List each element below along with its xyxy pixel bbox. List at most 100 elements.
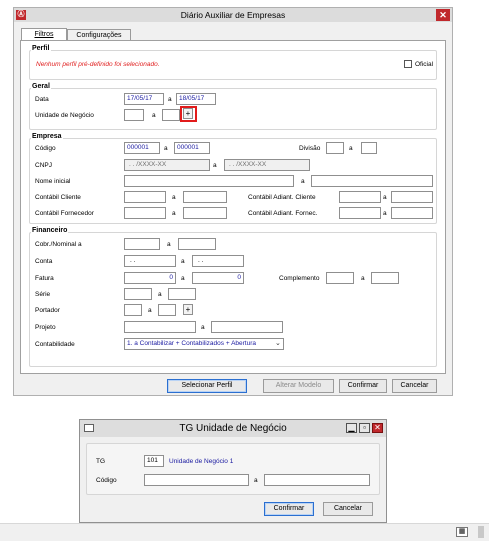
adiant-cliente-label: Contábil Adiant. Cliente <box>248 194 316 201</box>
contabilidade-select[interactable]: 1. a Contabilizar + Contabilizados + Abe… <box>124 338 284 350</box>
portador-to-field[interactable] <box>158 304 176 316</box>
adiant-fornec-label: Contábil Adiant. Fornec. <box>248 210 318 217</box>
data-to-field[interactable]: 18/05/17 <box>176 93 216 105</box>
data-a-label: a <box>168 96 172 103</box>
cnpj-to-field[interactable]: . . /XXXX-XX <box>224 159 310 171</box>
complemento-label: Complemento <box>279 275 320 282</box>
adiant-fornec-from-field[interactable] <box>339 207 381 219</box>
conta-a-label: a <box>181 258 185 265</box>
filters-panel: Perfil Nenhum perfil pré-definido foi se… <box>20 40 446 374</box>
portador-label: Portador <box>35 307 60 314</box>
tg-label: TG <box>96 458 106 465</box>
geral-heading: Geral <box>31 83 51 90</box>
cobr-from-field[interactable] <box>124 238 160 250</box>
unidade-to-field[interactable] <box>162 109 180 121</box>
maximize-button[interactable]: ▫ <box>359 423 370 433</box>
adiant-fornec-a-label: a <box>383 210 387 217</box>
tg-dialog: TG Unidade de Negócio ▁ ▫ ✕ TG 101 Unida… <box>79 419 387 523</box>
divisao-label: Divisão <box>299 145 321 152</box>
divisao-a-label: a <box>349 145 353 152</box>
confirmar-button[interactable]: Confirmar <box>339 379 387 393</box>
contabil-cliente-to-field[interactable] <box>183 191 227 203</box>
projeto-from-field[interactable] <box>124 321 196 333</box>
projeto-a-label: a <box>201 324 205 331</box>
cobr-to-field[interactable] <box>178 238 216 250</box>
tab-filtros[interactable]: Filtros <box>21 28 67 40</box>
minimize-button[interactable]: ▁ <box>346 423 357 433</box>
serie-to-field[interactable] <box>168 288 196 300</box>
codigo-from-field[interactable]: 000001 <box>124 142 160 154</box>
conta-label: Conta <box>35 258 53 265</box>
cnpj-a-label: a <box>213 162 217 169</box>
conta-to-field[interactable]: . . <box>192 255 244 267</box>
adiant-cliente-a-label: a <box>383 194 387 201</box>
tg-cancelar-button[interactable]: Cancelar <box>323 502 373 516</box>
serie-from-field[interactable] <box>124 288 152 300</box>
tg-confirmar-button[interactable]: Confirmar <box>264 502 314 516</box>
tab-configuracoes[interactable]: Configurações <box>67 29 131 40</box>
divisao-to-field[interactable] <box>361 142 377 154</box>
projeto-label: Projeto <box>35 324 56 331</box>
complemento-from-field[interactable] <box>326 272 354 284</box>
portador-lookup-button[interactable]: + <box>183 304 193 315</box>
fatura-from-field[interactable]: 0 <box>124 272 176 284</box>
portador-from-field[interactable] <box>124 304 142 316</box>
perfil-message: Nenhum perfil pré-definido foi seleciona… <box>36 61 160 68</box>
fatura-to-field[interactable]: 0 <box>192 272 244 284</box>
tg-name-text: Unidade de Negócio 1 <box>169 458 234 465</box>
nome-from-field[interactable] <box>124 175 294 187</box>
title-bar: Ⓐ Diário Auxiliar de Empresas ✕ <box>14 8 452 22</box>
unidade-label: Unidade de Negócio <box>35 112 94 119</box>
contabilidade-value: 1. a Contabilizar + Contabilizados + Abe… <box>127 340 256 347</box>
unidade-lookup-button[interactable]: + <box>183 108 193 119</box>
complemento-a-label: a <box>361 275 365 282</box>
empresa-heading: Empresa <box>31 133 63 140</box>
nome-label: Nome inicial <box>35 178 71 185</box>
divisao-from-field[interactable] <box>326 142 344 154</box>
complemento-to-field[interactable] <box>371 272 399 284</box>
fatura-a-label: a <box>181 275 185 282</box>
contabilidade-label: Contabilidade <box>35 341 75 348</box>
grid-icon: ▦ <box>456 527 468 537</box>
contabil-fornecedor-from-field[interactable] <box>124 207 166 219</box>
main-window: Ⓐ Diário Auxiliar de Empresas ✕ Filtros … <box>13 7 453 396</box>
chevron-down-icon: ⌄ <box>275 340 281 347</box>
oficial-checkbox[interactable] <box>404 60 412 68</box>
conta-from-field[interactable]: . . <box>124 255 176 267</box>
portador-a-label: a <box>148 307 152 314</box>
cancelar-button[interactable]: Cancelar <box>392 379 437 393</box>
tg-close-button[interactable]: ✕ <box>372 423 383 433</box>
tg-code-field[interactable]: 101 <box>144 455 164 467</box>
adiant-cliente-from-field[interactable] <box>339 191 381 203</box>
projeto-to-field[interactable] <box>211 321 283 333</box>
contabil-cliente-a-label: a <box>172 194 176 201</box>
contabil-cliente-from-field[interactable] <box>124 191 166 203</box>
close-button[interactable]: ✕ <box>436 9 450 21</box>
tg-codigo-from-field[interactable] <box>144 474 249 486</box>
codigo-a-label: a <box>164 145 168 152</box>
financeiro-heading: Financeiro <box>31 227 69 234</box>
scrollbar-handle[interactable] <box>478 526 484 538</box>
contabil-fornecedor-a-label: a <box>172 210 176 217</box>
serie-a-label: a <box>158 291 162 298</box>
alterar-modelo-button[interactable]: Alterar Modelo <box>263 379 334 393</box>
tg-codigo-a-label: a <box>254 477 258 484</box>
cnpj-from-field[interactable]: . . /XXXX-XX <box>124 159 210 171</box>
contabil-cliente-label: Contábil Cliente <box>35 194 81 201</box>
cobr-label: Cobr./Nominal a <box>35 241 82 248</box>
codigo-label: Código <box>35 145 56 152</box>
codigo-to-field[interactable]: 000001 <box>174 142 210 154</box>
status-bar: ▦ <box>0 523 489 541</box>
cobr-a-label: a <box>167 241 171 248</box>
perfil-heading: Perfil <box>31 45 51 52</box>
adiant-fornec-to-field[interactable] <box>391 207 433 219</box>
data-from-field[interactable]: 17/05/17 <box>124 93 164 105</box>
tg-codigo-to-field[interactable] <box>264 474 370 486</box>
data-label: Data <box>35 96 49 103</box>
nome-to-field[interactable] <box>311 175 433 187</box>
adiant-cliente-to-field[interactable] <box>391 191 433 203</box>
unidade-from-field[interactable] <box>124 109 144 121</box>
oficial-label: Oficial <box>415 61 434 68</box>
selecionar-perfil-button[interactable]: Selecionar Perfil <box>167 379 247 393</box>
contabil-fornecedor-to-field[interactable] <box>183 207 227 219</box>
